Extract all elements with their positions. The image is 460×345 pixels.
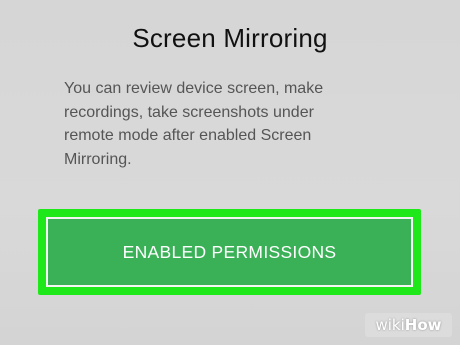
dialog-title: Screen Mirroring xyxy=(132,23,328,53)
watermark-part2: How xyxy=(404,316,442,334)
wikihow-watermark: wiki How xyxy=(365,313,452,337)
dialog-message: You can review device screen, make recor… xyxy=(64,80,324,168)
watermark-part1: wiki xyxy=(375,316,405,334)
enabled-permissions-button[interactable]: ENABLED PERMISSIONS xyxy=(46,217,413,287)
